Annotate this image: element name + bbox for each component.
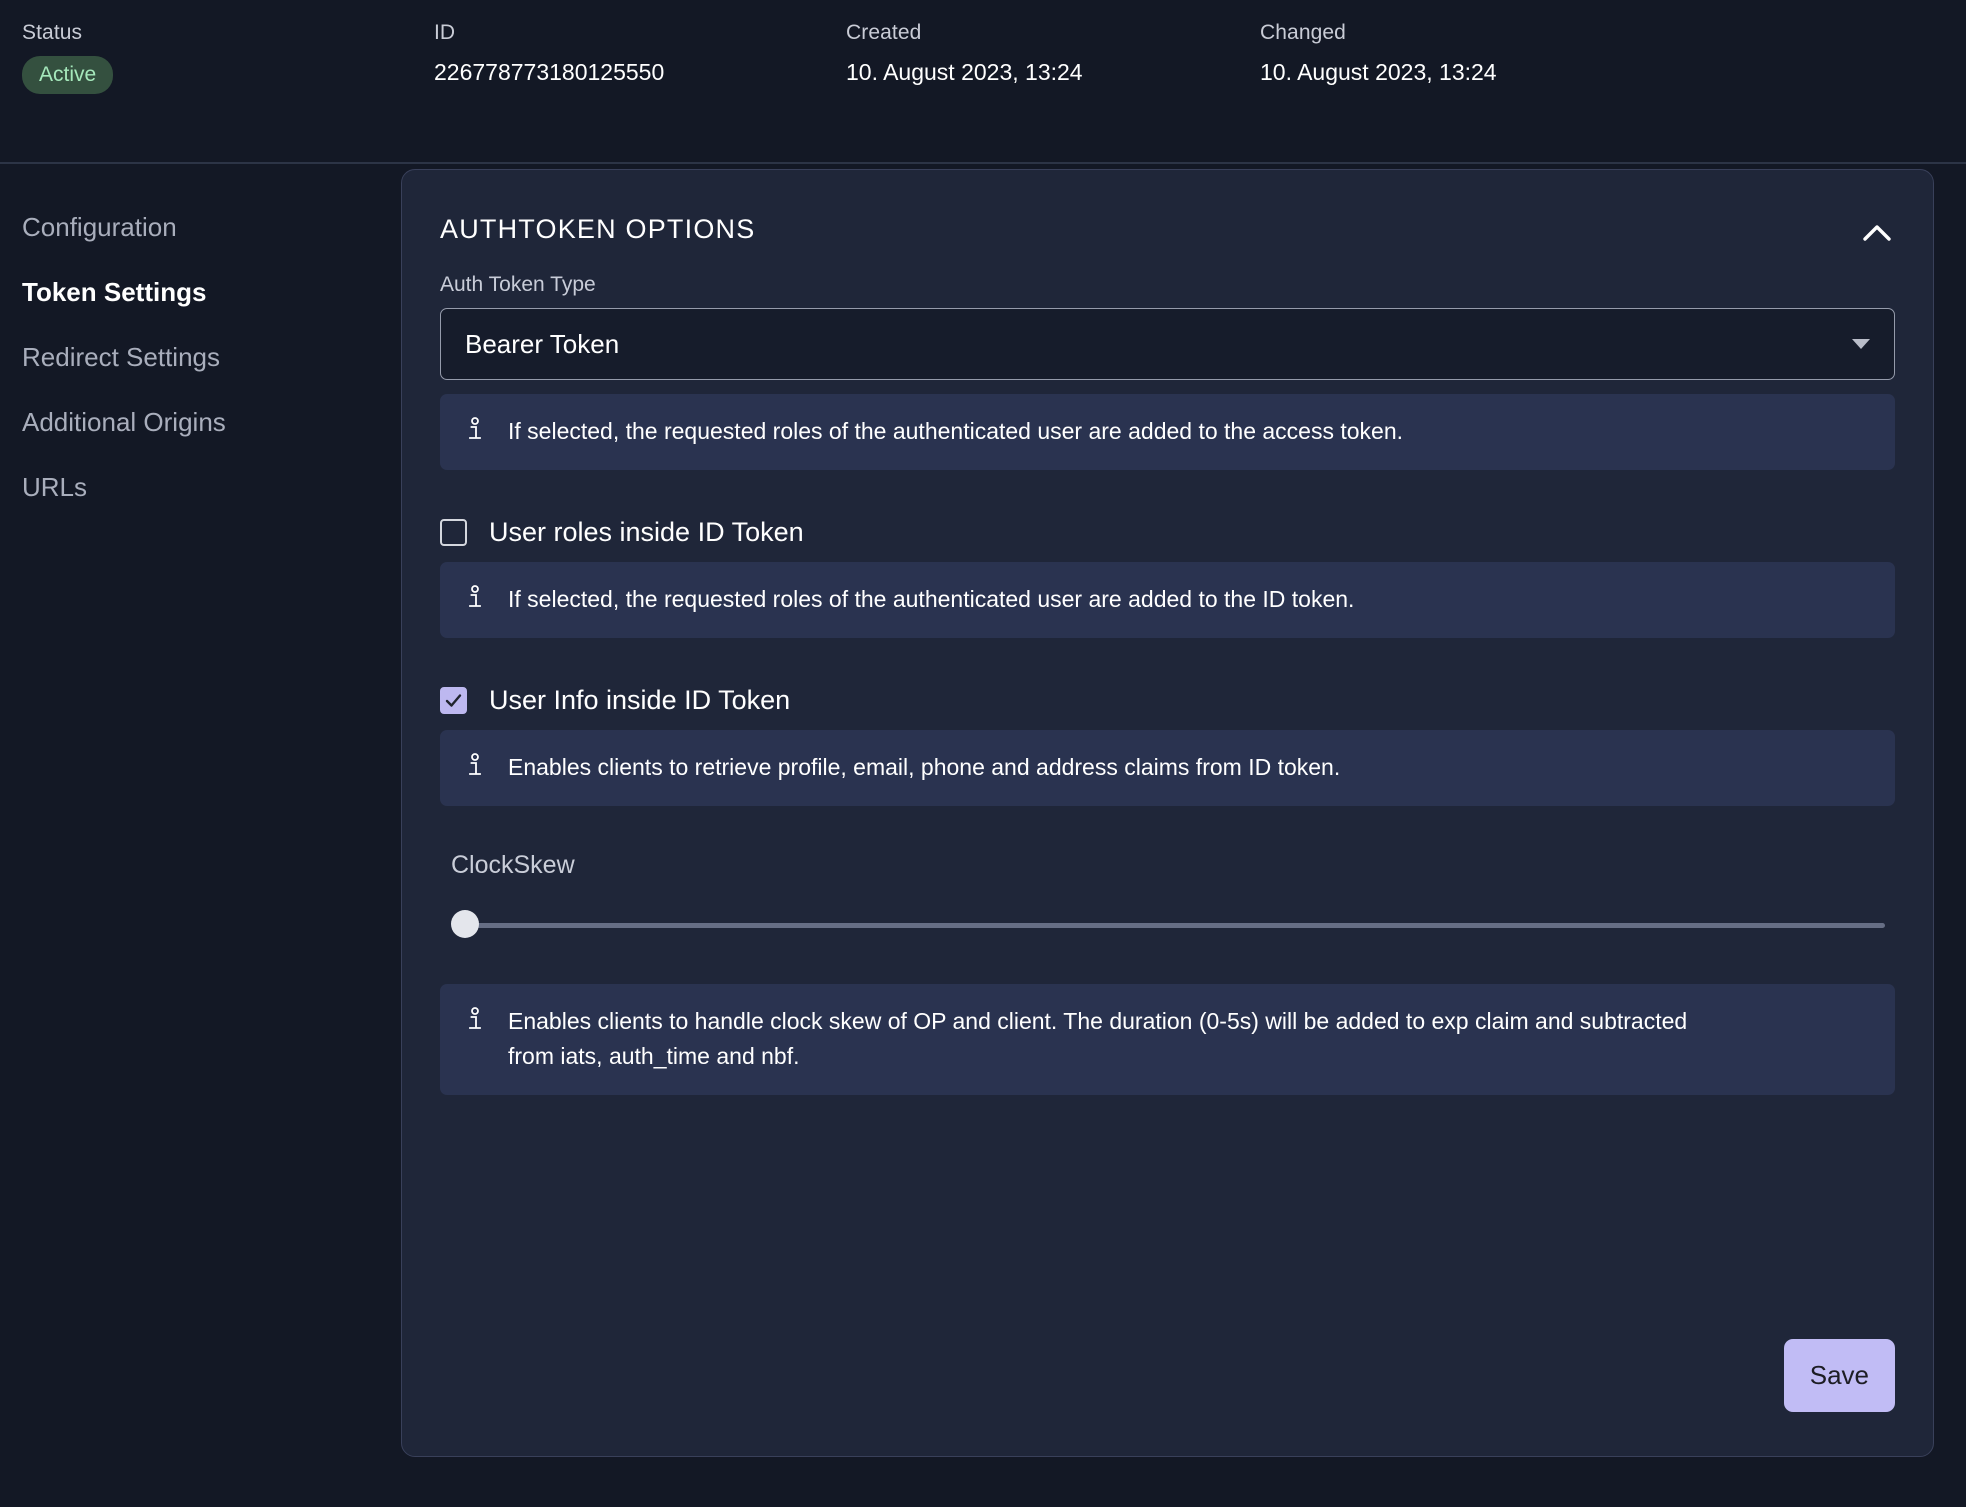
user-info-id-token-checkbox-row[interactable]: User Info inside ID Token: [440, 684, 1895, 716]
sidebar-item-redirect-settings[interactable]: Redirect Settings: [0, 325, 400, 390]
info-icon: [464, 417, 486, 441]
changed-label: Changed: [1260, 20, 1497, 46]
clock-skew-slider-thumb[interactable]: [451, 910, 479, 938]
chevron-up-icon[interactable]: [1854, 210, 1900, 256]
status-badge: Active: [22, 56, 113, 94]
auth-token-type-hint-text: If selected, the requested roles of the …: [508, 414, 1403, 449]
auth-token-type-label: Auth Token Type: [440, 272, 1895, 297]
auth-token-type-hint: If selected, the requested roles of the …: [440, 394, 1895, 470]
created-value: 10. August 2023, 13:24: [846, 58, 1083, 86]
user-info-id-token-hint-text: Enables clients to retrieve profile, ema…: [508, 750, 1340, 785]
user-roles-id-token-hint: If selected, the requested roles of the …: [440, 562, 1895, 638]
card-footer: Save: [1784, 1339, 1895, 1412]
card-title: AUTHTOKEN OPTIONS: [440, 214, 755, 245]
auth-token-type-select[interactable]: Bearer Token: [440, 308, 1895, 380]
meta-status-column: Status Active: [22, 20, 113, 94]
auth-token-type-field: Auth Token Type Bearer Token: [440, 272, 1895, 380]
created-label: Created: [846, 20, 1083, 46]
sidebar-item-urls[interactable]: URLs: [0, 455, 400, 520]
info-icon: [464, 1007, 486, 1031]
user-info-id-token-label: User Info inside ID Token: [489, 684, 790, 716]
id-label: ID: [434, 20, 664, 46]
clock-skew-slider-track[interactable]: [463, 923, 1885, 928]
user-roles-id-token-hint-text: If selected, the requested roles of the …: [508, 582, 1354, 617]
info-icon: [464, 585, 486, 609]
user-info-id-token-checkbox[interactable]: [440, 687, 467, 714]
user-info-id-token-hint: Enables clients to retrieve profile, ema…: [440, 730, 1895, 806]
authtoken-options-card: AUTHTOKEN OPTIONS Auth Token Type Bearer…: [401, 169, 1934, 1457]
id-value: 226778773180125550: [434, 58, 664, 86]
meta-created-column: Created 10. August 2023, 13:24: [846, 20, 1083, 86]
sidebar-item-token-settings[interactable]: Token Settings: [0, 260, 400, 325]
save-button[interactable]: Save: [1784, 1339, 1895, 1412]
user-roles-id-token-checkbox[interactable]: [440, 519, 467, 546]
meta-id-column: ID 226778773180125550: [434, 20, 664, 86]
clock-skew-field: ClockSkew: [440, 850, 1895, 940]
card-header: AUTHTOKEN OPTIONS: [402, 170, 1933, 272]
clock-skew-label: ClockSkew: [451, 850, 1895, 880]
status-label: Status: [22, 20, 113, 46]
info-icon: [464, 753, 486, 777]
changed-value: 10. August 2023, 13:24: [1260, 58, 1497, 86]
user-roles-id-token-label: User roles inside ID Token: [489, 516, 804, 548]
record-meta-bar: Status Active ID 226778773180125550 Crea…: [0, 0, 1966, 164]
sidebar-item-configuration[interactable]: Configuration: [0, 195, 400, 260]
clock-skew-slider[interactable]: [451, 910, 1885, 940]
clock-skew-hint: Enables clients to handle clock skew of …: [440, 984, 1895, 1095]
auth-token-type-value: Bearer Token: [465, 329, 619, 360]
settings-sidebar: Configuration Token Settings Redirect Se…: [0, 164, 400, 520]
clock-skew-hint-text: Enables clients to handle clock skew of …: [508, 1004, 1718, 1074]
card-body: Auth Token Type Bearer Token If selected…: [402, 272, 1933, 1095]
sidebar-item-additional-origins[interactable]: Additional Origins: [0, 390, 400, 455]
chevron-down-icon: [1852, 339, 1870, 349]
meta-changed-column: Changed 10. August 2023, 13:24: [1260, 20, 1497, 86]
user-roles-id-token-checkbox-row[interactable]: User roles inside ID Token: [440, 516, 1895, 548]
page-body: Configuration Token Settings Redirect Se…: [0, 164, 1966, 1507]
